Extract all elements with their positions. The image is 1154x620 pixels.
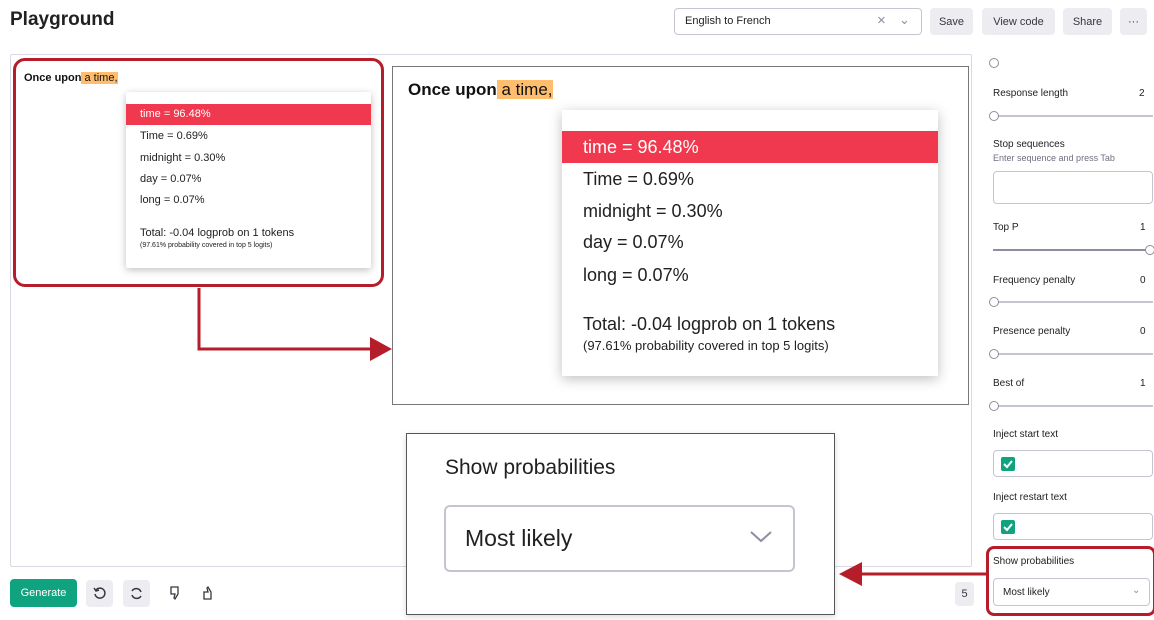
inject-start-text-checkbox[interactable] [1001,457,1015,471]
arrow-to-zoom-line [197,288,372,351]
annotation-setting-box [986,546,1154,616]
response-length-label: Response length [993,88,1069,99]
frequency-penalty-slider[interactable] [993,301,1153,303]
thumbs-up-icon[interactable] [200,584,220,604]
presence-penalty-label: Presence penalty [993,326,1071,337]
show-probabilities-zoom-select[interactable]: Most likely [444,505,795,572]
top-p-value: 1 [1140,222,1146,233]
frequency-penalty-label: Frequency penalty [993,275,1076,286]
token-count-badge: 5 [955,582,974,606]
arrow-to-setting-head [839,562,862,586]
top-p-slider[interactable] [993,249,1153,251]
presence-penalty-slider[interactable] [993,353,1153,355]
arrow-to-zoom-head [370,337,392,361]
presence-penalty-slider-knob[interactable] [989,349,999,359]
thumbs-down-icon[interactable] [167,584,187,604]
inject-restart-text-field[interactable] [993,513,1153,540]
undo-button[interactable] [86,580,113,607]
stop-sequences-hint: Enter sequence and press Tab [993,153,1115,163]
inject-start-text-label: Inject start text [993,429,1059,440]
slider-knob[interactable] [989,58,999,68]
best-of-label: Best of [993,378,1025,389]
response-length-slider[interactable] [993,115,1153,117]
show-probabilities-zoom-value: Most likely [465,525,573,551]
best-of-value: 1 [1140,378,1146,389]
inject-restart-text-label: Inject restart text [993,492,1067,503]
best-of-slider-knob[interactable] [989,401,999,411]
top-p-slider-knob[interactable] [1145,245,1154,255]
refresh-icon [131,587,142,600]
show-probabilities-zoom-label: Show probabilities [445,456,616,479]
checkmark-icon [1003,523,1013,532]
generate-button[interactable]: Generate [10,579,77,607]
presence-penalty-value: 0 [1140,326,1146,337]
inject-start-text-field[interactable] [993,450,1153,477]
response-length-slider-knob[interactable] [989,111,999,121]
undo-icon [93,587,106,599]
top-p-label: Top P [993,222,1019,233]
chevron-down-icon [750,531,772,543]
frequency-penalty-value: 0 [1140,275,1146,286]
response-length-value: 2 [1139,88,1145,99]
stop-sequences-input[interactable] [993,171,1153,204]
inject-restart-text-checkbox[interactable] [1001,520,1015,534]
frequency-penalty-slider-knob[interactable] [989,297,999,307]
best-of-slider[interactable] [993,405,1153,407]
regenerate-button[interactable] [123,580,150,607]
stop-sequences-label: Stop sequences [993,139,1065,150]
checkmark-icon [1003,460,1013,469]
